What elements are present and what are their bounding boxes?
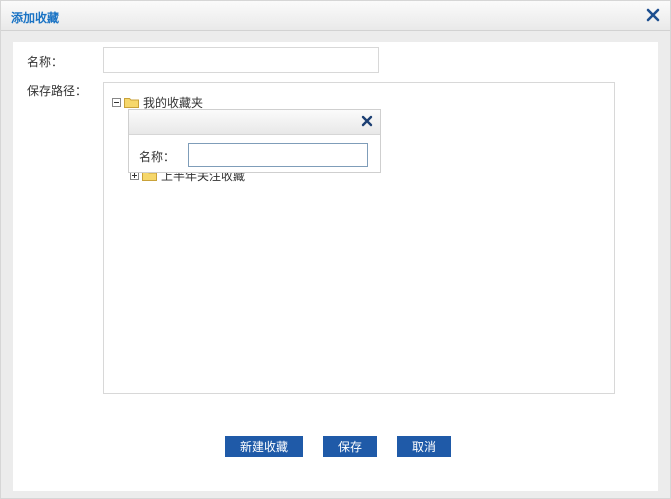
popup-name-label: 名称： xyxy=(139,150,176,164)
folder-icon xyxy=(124,97,139,108)
collapse-icon[interactable] xyxy=(112,97,121,107)
new-favorite-button[interactable]: 新建收藏 xyxy=(225,436,303,457)
cancel-button[interactable]: 取消 xyxy=(397,436,451,457)
tree-node-root[interactable]: 我的收藏夹 xyxy=(112,94,203,110)
favorite-name-input[interactable] xyxy=(103,47,379,73)
popup-name-input[interactable] xyxy=(188,143,368,167)
tree-node-root-label: 我的收藏夹 xyxy=(143,95,204,110)
save-path-label: 保存路径： xyxy=(27,84,88,98)
dialog-titlebar: 添加收藏 xyxy=(1,1,670,31)
save-button[interactable]: 保存 xyxy=(323,436,377,457)
close-icon[interactable] xyxy=(360,114,374,128)
new-folder-popup: 名称： xyxy=(128,109,381,173)
name-label: 名称： xyxy=(27,55,64,69)
popup-titlebar xyxy=(129,110,380,135)
add-favorite-dialog: 添加收藏 名称： 保存路径： 我的收藏夹 上半年关注收藏 新建收藏 保存 取消 … xyxy=(0,0,671,499)
close-icon[interactable] xyxy=(644,6,662,24)
dialog-title: 添加收藏 xyxy=(11,11,60,25)
